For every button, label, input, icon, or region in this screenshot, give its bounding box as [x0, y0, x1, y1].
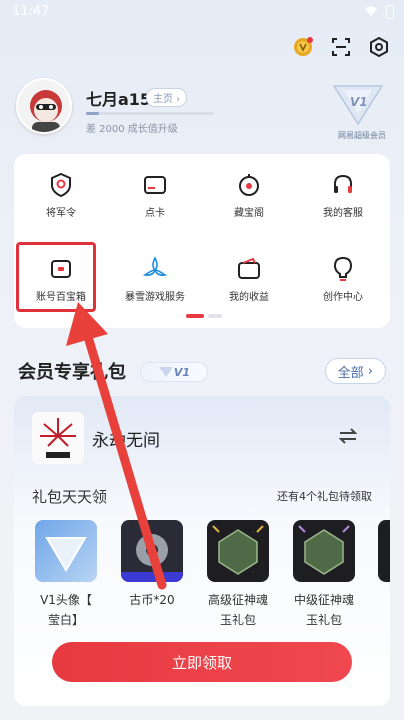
gift-image-jade-advanced — [207, 520, 269, 582]
gift-label: 高级征神魂 玉礼包 — [207, 593, 268, 627]
top-actions — [292, 36, 390, 58]
page-dot-active — [186, 314, 204, 318]
gift-image-avatar — [35, 520, 97, 582]
service-item-earnings[interactable]: 我的收益 — [202, 238, 296, 308]
service-label: 暴雪游戏服务 — [125, 292, 185, 303]
battery-icon — [386, 5, 394, 19]
gift-image-jade-intermediate — [293, 520, 355, 582]
service-label: 我的客服 — [323, 208, 363, 219]
gift-item[interactable]: 中级征神魂 玉礼包 — [292, 520, 356, 630]
scan-icon[interactable] — [330, 36, 352, 58]
service-item-support[interactable]: 我的客服 — [296, 154, 390, 224]
game-thumbnail[interactable] — [32, 412, 84, 464]
growth-progress-bar — [86, 112, 214, 115]
shield-token-icon — [48, 172, 74, 198]
gift-label: 中级征神魂 玉礼包 — [293, 593, 354, 627]
section-title: 会员专享礼包 — [18, 362, 126, 383]
status-time: 11:47 — [12, 4, 50, 19]
gift-card: 永劫无间 礼包天天领 还有4个礼包待领取 V1头像【 莹白】 古币*20 高级征神… — [14, 396, 390, 706]
highlight-box — [16, 242, 96, 312]
service-item-token[interactable]: 将军令 — [14, 154, 108, 224]
all-label: 全部 — [337, 365, 364, 381]
homepage-label: 主页 — [153, 94, 173, 105]
vip-level-text: V1 — [350, 95, 368, 109]
page-indicator — [186, 314, 222, 318]
service-item-blizzard[interactable]: 暴雪游戏服务 — [108, 238, 202, 308]
service-label: 藏宝阁 — [234, 208, 264, 219]
game-name: 永劫无间 — [92, 431, 160, 451]
status-bar: 11:47 — [0, 0, 404, 26]
wifi-icon — [365, 6, 377, 16]
headset-icon — [330, 172, 356, 198]
card-icon — [142, 172, 168, 198]
battlenet-icon — [142, 256, 168, 282]
gift-item[interactable]: 古币*20 — [120, 520, 184, 610]
growth-progress-fill — [86, 112, 99, 115]
service-item-treasure[interactable]: 藏宝阁 — [202, 154, 296, 224]
treasure-icon — [236, 172, 262, 198]
service-item-card[interactable]: 点卡 — [108, 154, 202, 224]
v1-tag: V1 — [140, 362, 208, 382]
profile-header: 七月a152 主页 › 差 2000 成长值升级 V1 网易超级会员 — [16, 78, 388, 148]
gift-item-partial — [378, 520, 390, 582]
swap-icon[interactable] — [338, 428, 358, 448]
all-button[interactable]: 全部 › — [324, 358, 386, 384]
service-label: 我的收益 — [229, 292, 269, 303]
claim-now-label: 立即领取 — [171, 653, 232, 672]
page-dot — [208, 314, 222, 318]
vip-label: 网易超级会员 — [338, 131, 386, 140]
diamond-icon — [158, 367, 173, 377]
settings-icon[interactable] — [368, 36, 390, 58]
status-icons — [364, 5, 394, 19]
gift-image-coins — [121, 520, 183, 582]
v1-tag-label: V1 — [173, 365, 191, 379]
coin-icon[interactable] — [292, 36, 314, 58]
service-label: 点卡 — [145, 208, 165, 219]
gift-item[interactable]: 高级征神魂 玉礼包 — [206, 520, 270, 630]
growth-text: 差 2000 成长值升级 — [86, 124, 178, 135]
wallet-icon — [236, 256, 262, 282]
gift-label: 古币*20 — [129, 593, 175, 607]
gift-item[interactable]: V1头像【 莹白】 — [34, 520, 98, 630]
avatar[interactable] — [16, 78, 72, 134]
gift-label: V1头像【 莹白】 — [40, 593, 92, 627]
claim-now-button[interactable]: 立即领取 — [52, 642, 352, 682]
service-item-creator[interactable]: 创作中心 — [296, 238, 390, 308]
daily-gifts-title: 礼包天天领 — [32, 488, 108, 506]
service-label: 将军令 — [46, 208, 76, 219]
bulb-icon — [330, 256, 356, 282]
remaining-gifts-text: 还有4个礼包待领取 — [277, 490, 372, 503]
service-label: 创作中心 — [323, 292, 363, 303]
homepage-button[interactable]: 主页 › — [146, 88, 188, 107]
